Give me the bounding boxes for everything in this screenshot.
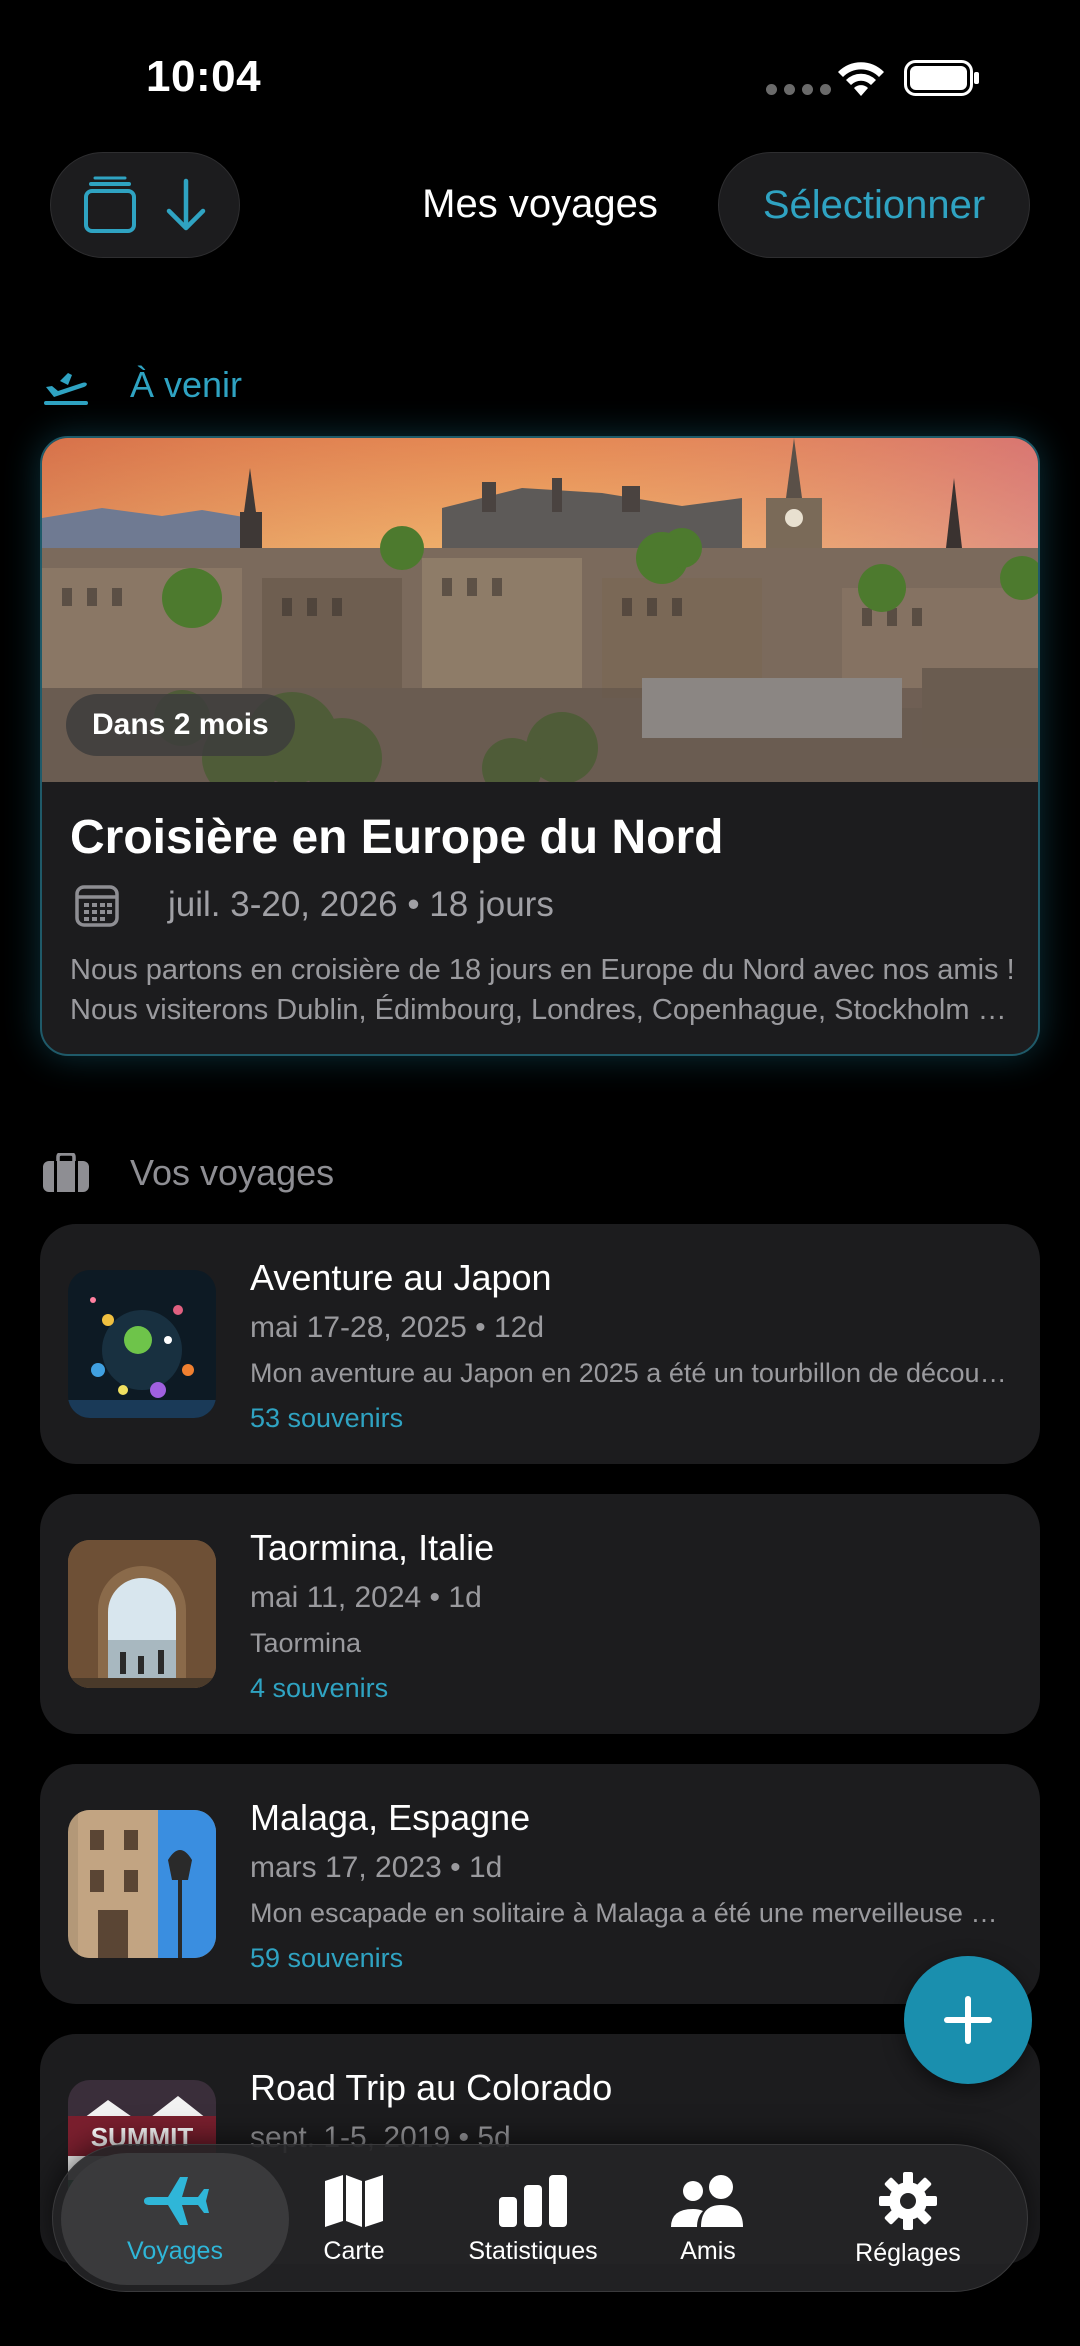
trip-name: Aventure au Japon: [250, 1257, 552, 1298]
trip-list-item[interactable]: Malaga, Espagne mars 17, 2023 • 1d Mon e…: [40, 1764, 1040, 2004]
status-bar: 10:04: [0, 0, 1080, 150]
trip-dates: mai 11, 2024 • 1d: [250, 1581, 482, 1614]
wifi-icon: [838, 62, 884, 96]
upcoming-trip-card[interactable]: Dans 2 mois Croisière en Europe du Nord …: [40, 436, 1040, 1056]
trip-name: Taormina, Italie: [250, 1527, 495, 1568]
suitcase-icon: [43, 1153, 89, 1192]
countdown-badge: Dans 2 mois: [66, 694, 295, 756]
upcoming-section-label: À venir: [130, 364, 243, 405]
upcoming-trip-description: Nous partons en croisière de 18 jours en…: [70, 954, 1015, 1026]
calendar-icon: [75, 885, 119, 927]
upcoming-trip-title: Croisière en Europe du Nord: [70, 811, 724, 864]
tab-label: Statistiques: [468, 2236, 598, 2265]
plus-icon: [944, 1996, 992, 2044]
trip-memories-count: 4 souvenirs: [250, 1673, 389, 1703]
trips-section-header: Vos voyages: [42, 1152, 334, 1194]
trip-dates: mars 17, 2023 • 1d: [250, 1851, 503, 1884]
signal-dots-icon: [766, 84, 831, 95]
tab-bar: Voyages Carte Statistiques Amis Réglages: [52, 2144, 1028, 2292]
tab-label: Voyages: [127, 2236, 223, 2265]
upcoming-section-header: À venir: [42, 364, 242, 406]
trip-name: Road Trip au Colorado: [250, 2067, 613, 2108]
tab-label: Amis: [680, 2236, 736, 2265]
trip-list-item[interactable]: Taormina, Italie mai 11, 2024 • 1d Taorm…: [40, 1494, 1040, 1734]
airplane-icon: [144, 2176, 209, 2225]
airplane-departure-icon: [44, 373, 88, 405]
gear-icon: [879, 2171, 937, 2230]
people-icon: [671, 2174, 743, 2227]
bar-chart-icon: [499, 2174, 567, 2227]
map-icon: [325, 2174, 383, 2227]
add-trip-button[interactable]: [904, 1956, 1032, 2084]
status-time: 10:04: [146, 52, 262, 101]
trip-cover-image: Dans 2 mois: [42, 438, 1038, 782]
trip-thumbnail: [68, 1540, 216, 1688]
trip-memories-count: 59 souvenirs: [250, 1943, 404, 1973]
trip-snippet: Mon aventure au Japon en 2025 a été un t…: [250, 1358, 1010, 1388]
trip-snippet: Mon escapade en solitaire à Malaga a été…: [250, 1898, 1010, 1928]
upcoming-trip-dates-row: juil. 3-20, 2026 • 18 jours: [74, 882, 554, 928]
tab-reglages[interactable]: Réglages: [813, 2145, 1003, 2293]
select-button[interactable]: Sélectionner: [718, 152, 1030, 258]
trip-name: Malaga, Espagne: [250, 1797, 531, 1838]
tab-amis[interactable]: Amis: [633, 2145, 783, 2293]
tab-statistiques[interactable]: Statistiques: [453, 2145, 613, 2293]
battery-icon: [904, 60, 979, 96]
upcoming-trip-dates: juil. 3-20, 2026 • 18 jours: [168, 885, 554, 924]
trip-thumbnail: [68, 1270, 216, 1418]
trip-thumbnail: [68, 1810, 216, 1958]
tab-label: Réglages: [855, 2238, 961, 2267]
tab-label: Carte: [323, 2236, 385, 2265]
trip-snippet: Taormina: [250, 1628, 362, 1658]
trip-dates: mai 17-28, 2025 • 12d: [250, 1311, 545, 1344]
trips-section-label: Vos voyages: [130, 1152, 335, 1193]
trip-list-item[interactable]: Aventure au Japon mai 17-28, 2025 • 12d …: [40, 1224, 1040, 1464]
tab-carte[interactable]: Carte: [289, 2145, 419, 2293]
trip-memories-count: 53 souvenirs: [250, 1403, 404, 1433]
tab-voyages[interactable]: Voyages: [61, 2145, 289, 2293]
